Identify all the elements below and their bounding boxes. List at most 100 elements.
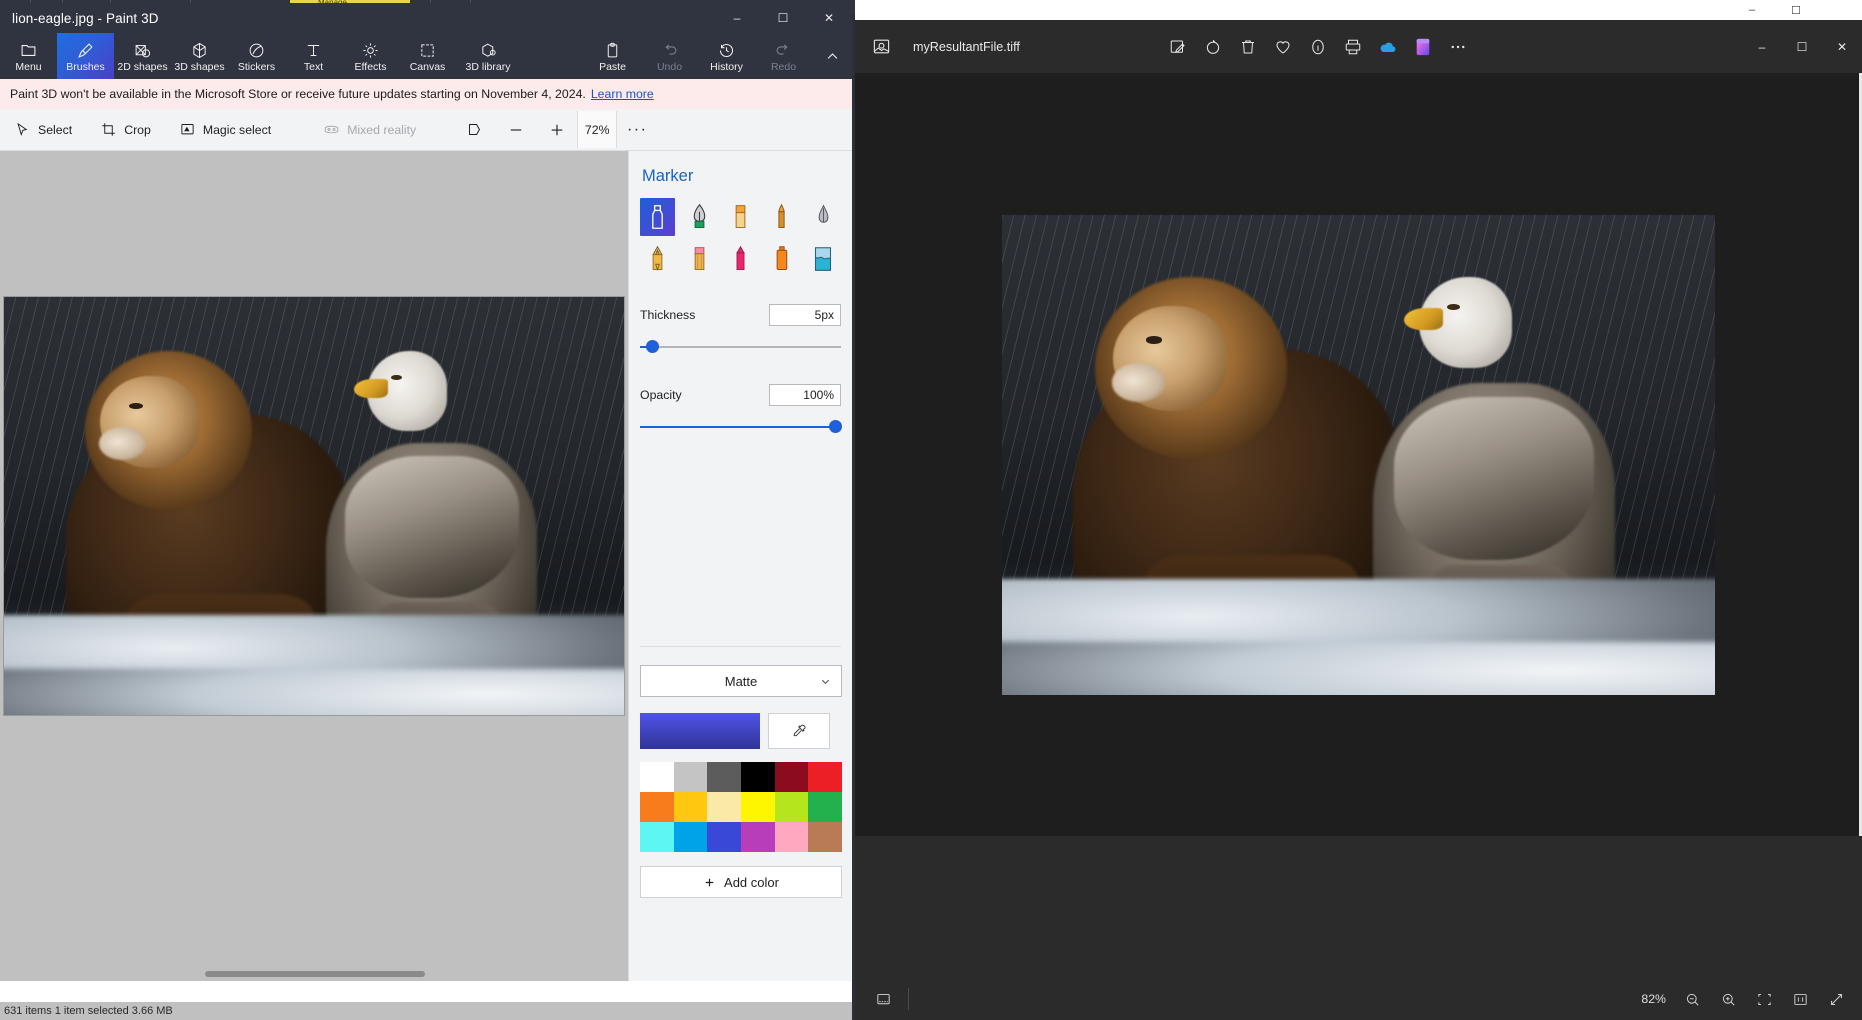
palette-swatch[interactable]: [774, 762, 809, 792]
ribbon-item-brushes[interactable]: Brushes: [57, 33, 114, 79]
brush-eraser[interactable]: [681, 240, 716, 278]
fit-to-window-button[interactable]: [1748, 983, 1780, 1015]
opacity-slider[interactable]: [640, 416, 842, 438]
palette-swatch[interactable]: [673, 762, 708, 792]
paint3d-artboard[interactable]: [4, 297, 624, 715]
magic-select-button[interactable]: Magic select: [165, 109, 285, 150]
rotate-button[interactable]: [1197, 30, 1230, 63]
ribbon-item-2d-shapes[interactable]: 2D shapes: [114, 33, 171, 79]
material-select[interactable]: Matte: [640, 665, 842, 697]
fullscreen-button[interactable]: [1820, 983, 1852, 1015]
palette-swatch[interactable]: [741, 762, 775, 792]
view-3d-button[interactable]: [454, 109, 495, 150]
minimize-button[interactable]: –: [714, 3, 760, 33]
print-button[interactable]: [1337, 30, 1370, 63]
maximize-button[interactable]: ☐: [1782, 20, 1822, 73]
maximize-button[interactable]: ☐: [760, 3, 806, 33]
zoom-in-button[interactable]: [1712, 983, 1744, 1015]
thickness-value[interactable]: 5px: [769, 304, 841, 326]
photos-displayed-image[interactable]: [1002, 214, 1715, 695]
clipchamp-button[interactable]: [1407, 30, 1440, 63]
palette-swatch[interactable]: [640, 792, 674, 822]
brush-calligraphy[interactable]: [723, 198, 758, 236]
brush-oil[interactable]: [764, 198, 799, 236]
slider-knob[interactable]: [828, 420, 842, 433]
zoom-out-button[interactable]: [495, 109, 536, 150]
photos-status-row: 82%: [855, 978, 1862, 1020]
crop-icon: [100, 121, 117, 138]
folder-icon: [20, 41, 37, 60]
ribbon-item-3d-library[interactable]: 3D library: [456, 33, 520, 79]
ribbon-item-history[interactable]: History: [698, 33, 755, 79]
palette-swatch[interactable]: [741, 792, 775, 822]
scrollbar-thumb[interactable]: [205, 971, 425, 977]
eyedropper-button[interactable]: [768, 713, 830, 749]
ribbon-item-paste[interactable]: Paste: [584, 33, 641, 79]
photos-titlebar[interactable]: myResultantFile.tiff – ☐ ✕: [855, 20, 1862, 73]
photos-toolbar: [1162, 30, 1475, 63]
more-options-button[interactable]: [1442, 30, 1475, 63]
photos-image-viewer[interactable]: [855, 73, 1862, 836]
ribbon-item-3d-shapes[interactable]: 3D shapes: [171, 33, 228, 79]
bg-minimize-button[interactable]: –: [1730, 0, 1774, 20]
paint3d-titlebar[interactable]: lion-eagle.jpg - Paint 3D – ☐ ✕: [0, 3, 852, 33]
edit-image-button[interactable]: [1162, 30, 1195, 63]
horizontal-scrollbar[interactable]: [0, 967, 628, 981]
brush-spray-can[interactable]: [764, 240, 799, 278]
palette-swatch[interactable]: [707, 762, 741, 792]
brush-pencil[interactable]: [640, 240, 675, 278]
close-button[interactable]: ✕: [806, 3, 852, 33]
ribbon-item-canvas[interactable]: Canvas: [399, 33, 456, 79]
palette-swatch[interactable]: [774, 792, 809, 822]
current-color-swatch[interactable]: [640, 713, 760, 749]
palette-swatch[interactable]: [741, 822, 775, 852]
actual-size-button[interactable]: [1784, 983, 1816, 1015]
palette-swatch[interactable]: [673, 792, 708, 822]
ribbon-item-stickers[interactable]: Stickers: [228, 33, 285, 79]
favorite-button[interactable]: [1267, 30, 1300, 63]
close-button[interactable]: ✕: [1822, 20, 1862, 73]
zoom-level-display[interactable]: 72%: [577, 111, 618, 148]
palette-swatch[interactable]: [640, 822, 674, 852]
filmstrip-button[interactable]: [867, 983, 900, 1016]
crop-button[interactable]: Crop: [86, 109, 165, 150]
palette-swatch[interactable]: [640, 762, 674, 792]
zoom-out-button[interactable]: [1676, 983, 1708, 1015]
ribbon-item-label: Redo: [770, 61, 797, 73]
palette-swatch[interactable]: [808, 822, 842, 852]
brush-fill-bucket[interactable]: [806, 240, 841, 278]
brush-marker[interactable]: [640, 198, 676, 236]
ribbon-item-menu[interactable]: Menu: [0, 33, 57, 79]
zoom-in-button[interactable]: [536, 109, 577, 150]
zoom-in-icon: [1720, 991, 1737, 1008]
learn-more-link[interactable]: Learn more: [591, 87, 654, 101]
thickness-label: Thickness: [640, 308, 696, 322]
add-color-button[interactable]: Add color: [640, 866, 842, 898]
opacity-value[interactable]: 100%: [769, 384, 841, 406]
palette-swatch[interactable]: [808, 762, 842, 792]
artwork-eagle-wing: [345, 455, 519, 598]
ribbon-item-label: 2D shapes: [117, 61, 168, 73]
palette-swatch[interactable]: [673, 822, 708, 852]
paint3d-canvas-area[interactable]: [0, 151, 628, 981]
minimize-button[interactable]: –: [1742, 20, 1782, 73]
collapse-ribbon-chevron-icon[interactable]: [812, 33, 852, 79]
onedrive-button[interactable]: [1372, 30, 1405, 63]
palette-swatch[interactable]: [707, 822, 741, 852]
info-button[interactable]: [1302, 30, 1335, 63]
toolbar-more-button[interactable]: ···: [617, 109, 657, 150]
brush-crayon[interactable]: [723, 240, 758, 278]
brush-calligraphy-pen[interactable]: [681, 198, 716, 236]
ribbon-item-effects[interactable]: Effects: [342, 33, 399, 79]
bg-maximize-button[interactable]: ☐: [1774, 0, 1818, 20]
delete-button[interactable]: [1232, 30, 1265, 63]
palette-swatch[interactable]: [774, 822, 809, 852]
ribbon-item-text[interactable]: Text: [285, 33, 342, 79]
palette-swatch[interactable]: [808, 792, 842, 822]
palette-swatch[interactable]: [707, 792, 741, 822]
brush-watercolor[interactable]: [806, 198, 841, 236]
zoom-out-icon: [507, 121, 525, 139]
thickness-slider[interactable]: [640, 336, 841, 358]
select-button[interactable]: Select: [0, 109, 86, 150]
slider-knob[interactable]: [646, 340, 660, 353]
